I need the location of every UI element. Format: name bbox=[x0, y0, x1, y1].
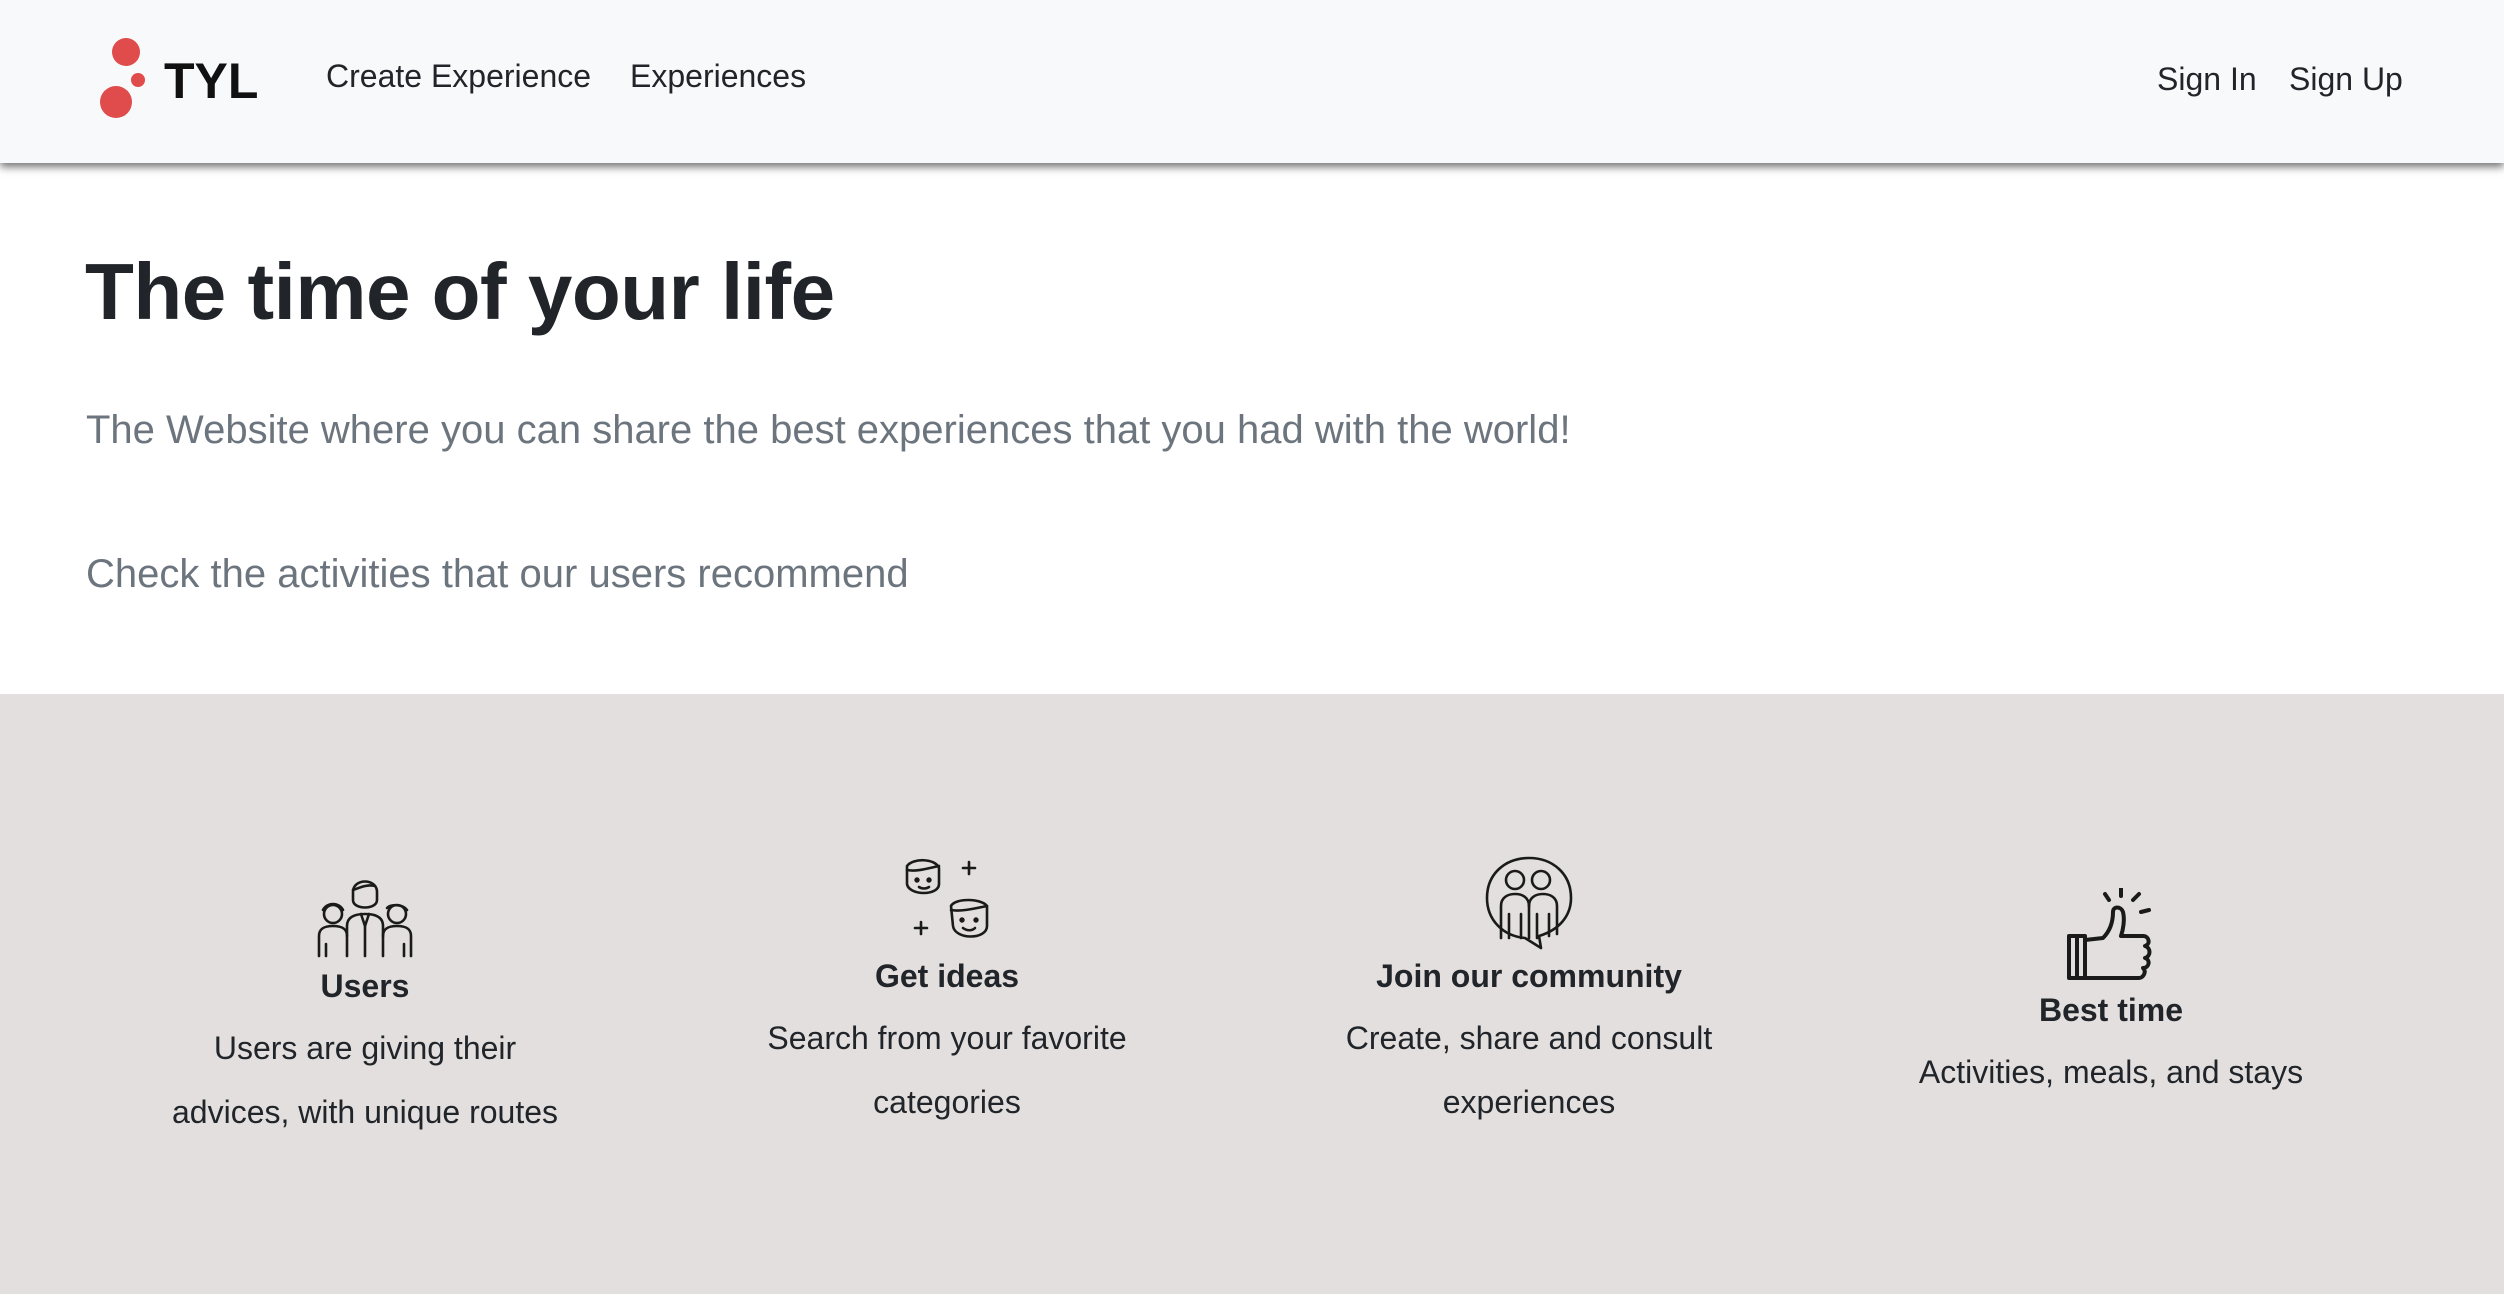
feature-title: Get ideas bbox=[874, 958, 1020, 994]
sign-up-link[interactable]: Sign Up bbox=[2289, 63, 2403, 95]
logo-dot-bottom bbox=[100, 86, 132, 118]
feature-title: Join our community bbox=[1376, 958, 1682, 994]
brand-text: TYL bbox=[164, 53, 258, 109]
logo-dot-middle bbox=[131, 73, 145, 87]
hero-subtitle: The Website where you can share the best… bbox=[86, 408, 1571, 452]
navbar: TYL Create Experience Experiences Sign I… bbox=[0, 0, 2504, 163]
nav-create-experience[interactable]: Create Experience bbox=[326, 60, 591, 92]
hero-activities-text: Check the activities that our users reco… bbox=[86, 552, 909, 596]
feature-join-community: Join our community Create, share and con… bbox=[1238, 854, 1820, 1134]
feature-description-line: Activities, meals, and stays bbox=[1918, 1053, 2304, 1090]
feature-description: Activities, meals, and stays bbox=[1820, 1040, 2402, 1104]
feature-description: Create, share and consult experiences bbox=[1238, 1006, 1820, 1134]
feature-description-line: advices, with unique routes bbox=[172, 1093, 558, 1130]
features-section: Users Users are giving their advices, wi… bbox=[0, 694, 2504, 1294]
feature-description-line: Create, share and consult bbox=[1345, 1019, 1713, 1056]
feature-get-ideas: Get ideas Search from your favorite cate… bbox=[656, 854, 1238, 1134]
feature-title: Best time bbox=[2038, 992, 2184, 1028]
thumbs-up-icon bbox=[2067, 888, 2152, 980]
logo-dot-top bbox=[112, 38, 140, 66]
feature-description: Users are giving their advices, with uni… bbox=[74, 1016, 656, 1144]
community-icon bbox=[1485, 856, 1573, 950]
feature-description-line: Search from your favorite bbox=[767, 1019, 1127, 1056]
sign-in-link[interactable]: Sign In bbox=[2157, 63, 2257, 95]
feature-description: Search from your favorite categories bbox=[656, 1006, 1238, 1134]
feature-description-line: categories bbox=[873, 1083, 1021, 1120]
feature-best-time: Best time Activities, meals, and stays bbox=[1820, 888, 2402, 1104]
feature-title: Users bbox=[320, 968, 410, 1004]
ideas-faces-icon bbox=[905, 858, 989, 938]
page-title: The time of your life bbox=[85, 247, 835, 336]
feature-description-line: Users are giving their bbox=[213, 1029, 517, 1066]
users-group-icon bbox=[317, 880, 413, 958]
feature-description-line: experiences bbox=[1442, 1083, 1616, 1120]
feature-users: Users Users are giving their advices, wi… bbox=[74, 864, 656, 1144]
brand-logo[interactable]: TYL bbox=[98, 36, 278, 122]
nav-experiences[interactable]: Experiences bbox=[630, 60, 806, 92]
